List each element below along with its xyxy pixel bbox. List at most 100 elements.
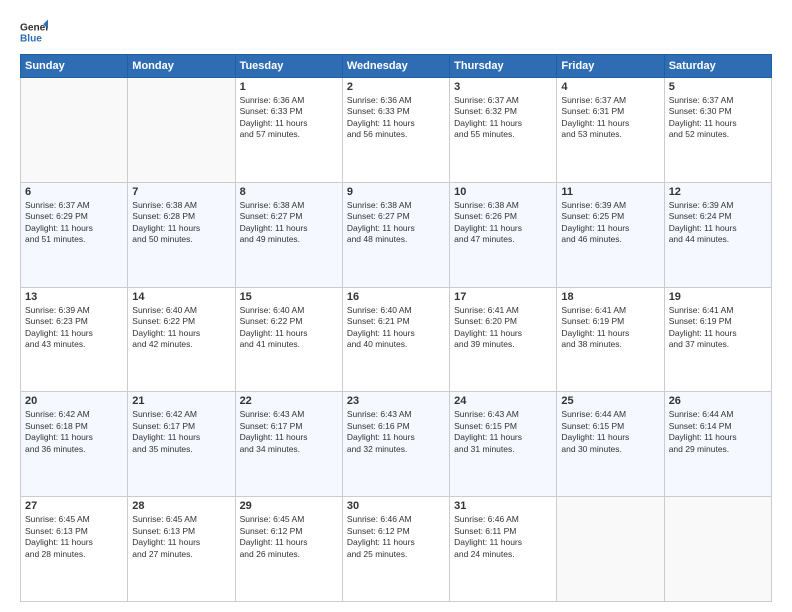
day-info: Sunrise: 6:45 AM Sunset: 6:12 PM Dayligh…: [240, 514, 338, 560]
day-cell: 30 Sunrise: 6:46 AM Sunset: 6:12 PM Dayli…: [342, 497, 449, 602]
day-number: 28: [132, 500, 230, 512]
day-cell: 11Sunrise: 6:39 AM Sunset: 6:25 PM Dayli…: [557, 182, 664, 287]
day-number: 17: [454, 291, 552, 303]
day-number: 30: [347, 500, 445, 512]
day-info: Sunrise: 6:38 AM Sunset: 6:27 PM Dayligh…: [240, 200, 338, 246]
day-cell: [21, 78, 128, 183]
day-info: Sunrise: 6:42 AM Sunset: 6:17 PM Dayligh…: [132, 409, 230, 455]
day-info: Sunrise: 6:43 AM Sunset: 6:16 PM Dayligh…: [347, 409, 445, 455]
day-number: 5: [669, 81, 767, 93]
day-number: 31: [454, 500, 552, 512]
day-number: 20: [25, 395, 123, 407]
day-info: Sunrise: 6:36 AM Sunset: 6:33 PM Dayligh…: [347, 95, 445, 141]
week-row-1: 1 Sunrise: 6:36 AM Sunset: 6:33 PM Daylig…: [21, 78, 772, 183]
day-info: Sunrise: 6:40 AM Sunset: 6:21 PM Dayligh…: [347, 305, 445, 351]
weekday-header-monday: Monday: [128, 55, 235, 78]
day-info: Sunrise: 6:38 AM Sunset: 6:26 PM Dayligh…: [454, 200, 552, 246]
day-cell: 23 Sunrise: 6:43 AM Sunset: 6:16 PM Dayli…: [342, 392, 449, 497]
day-info: Sunrise: 6:41 AM Sunset: 6:19 PM Dayligh…: [561, 305, 659, 351]
day-cell: 10 Sunrise: 6:38 AM Sunset: 6:26 PM Dayli…: [450, 182, 557, 287]
day-info: Sunrise: 6:46 AM Sunset: 6:11 PM Dayligh…: [454, 514, 552, 560]
day-cell: 15 Sunrise: 6:40 AM Sunset: 6:22 PM Dayli…: [235, 287, 342, 392]
svg-text:Blue: Blue: [20, 33, 42, 44]
day-cell: [664, 497, 771, 602]
day-number: 23: [347, 395, 445, 407]
day-cell: 13 Sunrise: 6:39 AM Sunset: 6:23 PM Dayli…: [21, 287, 128, 392]
day-cell: 2Sunrise: 6:36 AM Sunset: 6:33 PM Daylig…: [342, 78, 449, 183]
day-cell: 26Sunrise: 6:44 AM Sunset: 6:14 PM Dayli…: [664, 392, 771, 497]
day-info: Sunrise: 6:43 AM Sunset: 6:17 PM Dayligh…: [240, 409, 338, 455]
weekday-header-thursday: Thursday: [450, 55, 557, 78]
weekday-header-saturday: Saturday: [664, 55, 771, 78]
weekday-header-tuesday: Tuesday: [235, 55, 342, 78]
day-number: 18: [561, 291, 659, 303]
day-cell: 1Sunrise: 6:36 AM Sunset: 6:33 PM Daylig…: [235, 78, 342, 183]
day-cell: 9 Sunrise: 6:38 AM Sunset: 6:27 PM Daylig…: [342, 182, 449, 287]
day-number: 14: [132, 291, 230, 303]
week-row-4: 20 Sunrise: 6:42 AM Sunset: 6:18 PM Dayli…: [21, 392, 772, 497]
day-info: Sunrise: 6:39 AM Sunset: 6:23 PM Dayligh…: [25, 305, 123, 351]
day-cell: 4 Sunrise: 6:37 AM Sunset: 6:31 PM Daylig…: [557, 78, 664, 183]
day-cell: 3 Sunrise: 6:37 AM Sunset: 6:32 PM Daylig…: [450, 78, 557, 183]
week-row-3: 13 Sunrise: 6:39 AM Sunset: 6:23 PM Dayli…: [21, 287, 772, 392]
day-number: 24: [454, 395, 552, 407]
day-info: Sunrise: 6:37 AM Sunset: 6:32 PM Dayligh…: [454, 95, 552, 141]
day-cell: 12 Sunrise: 6:39 AM Sunset: 6:24 PM Dayli…: [664, 182, 771, 287]
day-info: Sunrise: 6:37 AM Sunset: 6:31 PM Dayligh…: [561, 95, 659, 141]
day-cell: 29 Sunrise: 6:45 AM Sunset: 6:12 PM Dayli…: [235, 497, 342, 602]
weekday-header-sunday: Sunday: [21, 55, 128, 78]
day-info: Sunrise: 6:42 AM Sunset: 6:18 PM Dayligh…: [25, 409, 123, 455]
day-number: 1: [240, 81, 338, 93]
header: General Blue: [20, 18, 772, 46]
day-number: 26: [669, 395, 767, 407]
day-cell: 7 Sunrise: 6:38 AM Sunset: 6:28 PM Daylig…: [128, 182, 235, 287]
day-number: 3: [454, 81, 552, 93]
day-number: 13: [25, 291, 123, 303]
day-info: Sunrise: 6:44 AM Sunset: 6:15 PM Dayligh…: [561, 409, 659, 455]
day-number: 19: [669, 291, 767, 303]
day-info: Sunrise: 6:45 AM Sunset: 6:13 PM Dayligh…: [25, 514, 123, 560]
day-cell: 31 Sunrise: 6:46 AM Sunset: 6:11 PM Dayli…: [450, 497, 557, 602]
day-info: Sunrise: 6:38 AM Sunset: 6:28 PM Dayligh…: [132, 200, 230, 246]
day-number: 22: [240, 395, 338, 407]
day-number: 10: [454, 186, 552, 198]
day-cell: 5 Sunrise: 6:37 AM Sunset: 6:30 PM Daylig…: [664, 78, 771, 183]
day-cell: 27 Sunrise: 6:45 AM Sunset: 6:13 PM Dayli…: [21, 497, 128, 602]
day-number: 4: [561, 81, 659, 93]
day-cell: [128, 78, 235, 183]
logo: General Blue: [20, 18, 48, 46]
day-number: 16: [347, 291, 445, 303]
logo-icon: General Blue: [20, 18, 48, 46]
day-cell: 21Sunrise: 6:42 AM Sunset: 6:17 PM Dayli…: [128, 392, 235, 497]
weekday-header-wednesday: Wednesday: [342, 55, 449, 78]
day-cell: 22 Sunrise: 6:43 AM Sunset: 6:17 PM Dayli…: [235, 392, 342, 497]
day-number: 29: [240, 500, 338, 512]
day-info: Sunrise: 6:43 AM Sunset: 6:15 PM Dayligh…: [454, 409, 552, 455]
day-info: Sunrise: 6:39 AM Sunset: 6:25 PM Dayligh…: [561, 200, 659, 246]
day-number: 7: [132, 186, 230, 198]
day-number: 25: [561, 395, 659, 407]
page: General Blue SundayMondayTuesdayWednesda…: [0, 0, 792, 612]
day-info: Sunrise: 6:37 AM Sunset: 6:30 PM Dayligh…: [669, 95, 767, 141]
weekday-header-friday: Friday: [557, 55, 664, 78]
day-cell: 14Sunrise: 6:40 AM Sunset: 6:22 PM Dayli…: [128, 287, 235, 392]
day-info: Sunrise: 6:38 AM Sunset: 6:27 PM Dayligh…: [347, 200, 445, 246]
day-info: Sunrise: 6:37 AM Sunset: 6:29 PM Dayligh…: [25, 200, 123, 246]
day-cell: 20 Sunrise: 6:42 AM Sunset: 6:18 PM Dayli…: [21, 392, 128, 497]
day-cell: 19Sunrise: 6:41 AM Sunset: 6:19 PM Dayli…: [664, 287, 771, 392]
day-number: 8: [240, 186, 338, 198]
day-cell: 28Sunrise: 6:45 AM Sunset: 6:13 PM Dayli…: [128, 497, 235, 602]
weekday-header-row: SundayMondayTuesdayWednesdayThursdayFrid…: [21, 55, 772, 78]
day-number: 9: [347, 186, 445, 198]
day-info: Sunrise: 6:39 AM Sunset: 6:24 PM Dayligh…: [669, 200, 767, 246]
day-info: Sunrise: 6:46 AM Sunset: 6:12 PM Dayligh…: [347, 514, 445, 560]
day-cell: 8 Sunrise: 6:38 AM Sunset: 6:27 PM Daylig…: [235, 182, 342, 287]
day-number: 12: [669, 186, 767, 198]
day-info: Sunrise: 6:40 AM Sunset: 6:22 PM Dayligh…: [240, 305, 338, 351]
day-cell: [557, 497, 664, 602]
day-number: 27: [25, 500, 123, 512]
day-cell: 16 Sunrise: 6:40 AM Sunset: 6:21 PM Dayli…: [342, 287, 449, 392]
day-info: Sunrise: 6:41 AM Sunset: 6:20 PM Dayligh…: [454, 305, 552, 351]
day-number: 15: [240, 291, 338, 303]
day-cell: 24 Sunrise: 6:43 AM Sunset: 6:15 PM Dayli…: [450, 392, 557, 497]
